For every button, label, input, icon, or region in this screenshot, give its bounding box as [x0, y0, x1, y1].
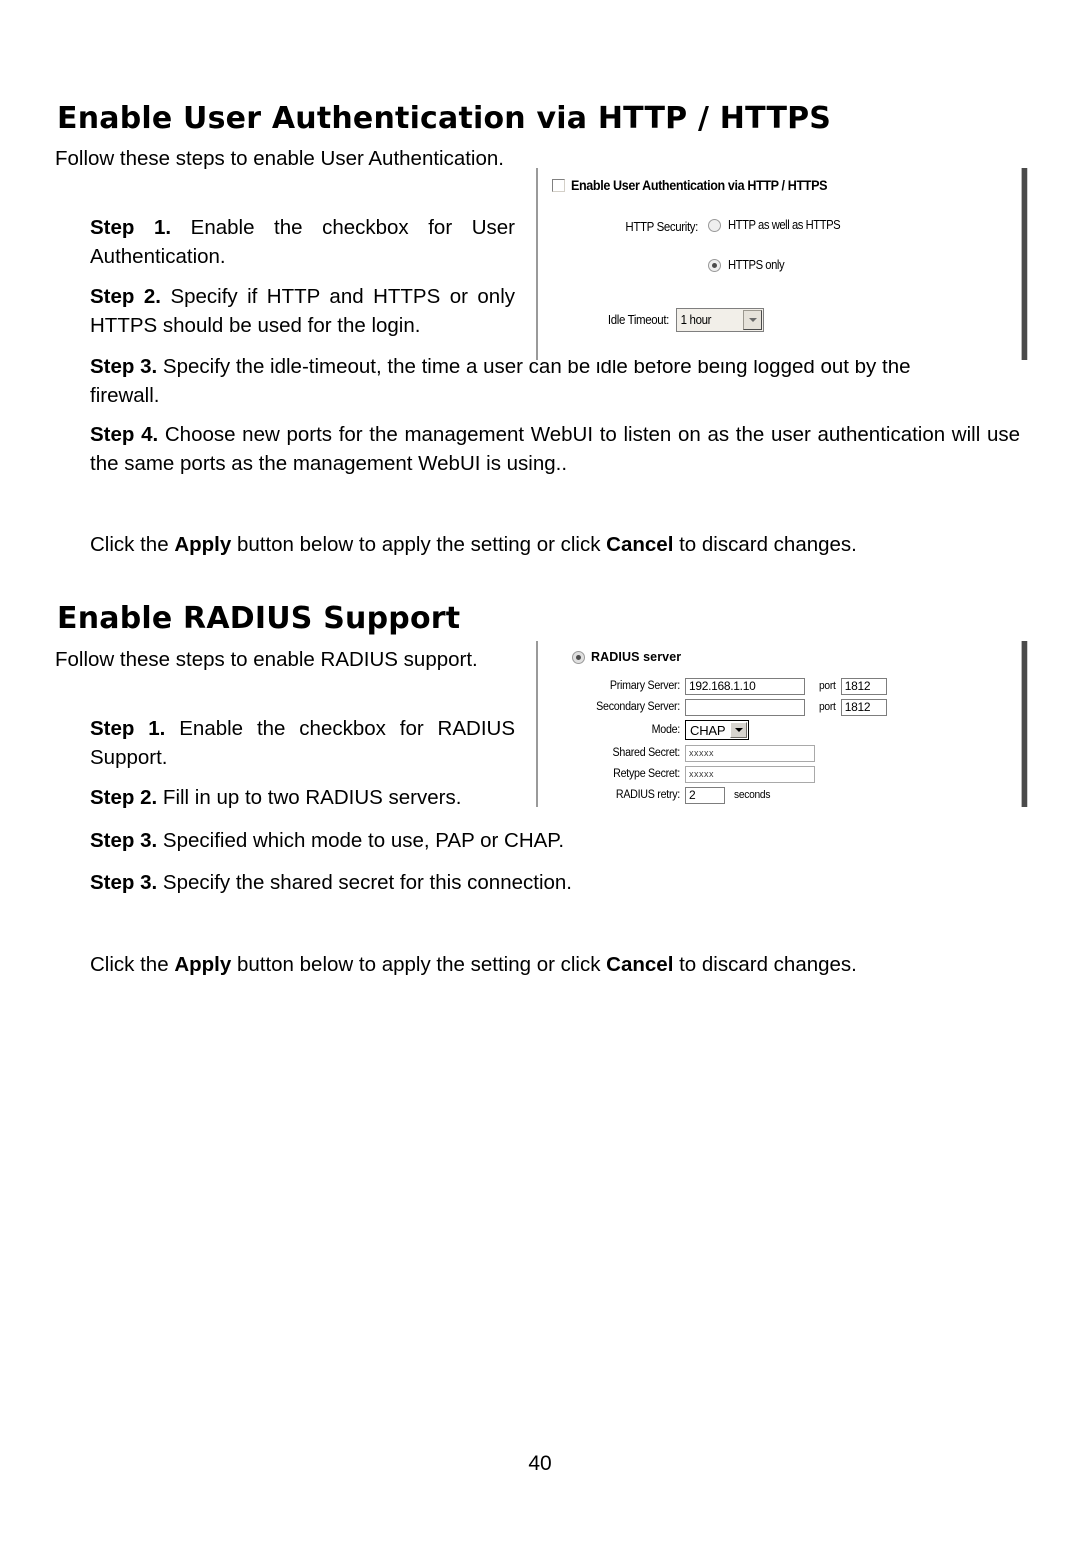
primary-server-input[interactable]: 192.168.1.10	[685, 677, 805, 695]
primary-port-label: port	[819, 680, 836, 692]
retype-secret-row: Retype Secret: xxxxx	[552, 765, 815, 783]
apply-note-http: Click the Apply button below to apply th…	[90, 530, 1020, 559]
apply-note-prefix-radius: Click the	[90, 953, 175, 976]
radius-server-title: RADIUS server	[591, 650, 682, 664]
primary-port-input[interactable]: 1812	[840, 677, 887, 695]
step-3-label-http: Step 3.	[90, 355, 158, 378]
step-3-text-radius: Specified which mode to use, PAP or CHAP…	[162, 829, 565, 852]
intro-paragraph-radius: Follow these steps to enable RADIUS supp…	[55, 645, 510, 674]
screenshot-http-auth-panel: Enable User Authentication via HTTP / HT…	[536, 168, 1028, 360]
step-1-http: Step 1. Enable the checkbox for User Aut…	[90, 213, 515, 271]
secondary-server-input[interactable]	[685, 698, 805, 716]
step-4-text-radius: Specify the shared secret for this conne…	[162, 871, 573, 894]
intro-text-radius: Follow these steps to enable RADIUS supp…	[55, 648, 478, 671]
step-4-text-http: Choose new ports for the management WebU…	[90, 423, 1020, 475]
apply-note-radius: Click the Apply button below to apply th…	[90, 950, 1020, 979]
primary-server-row: Primary Server: 192.168.1.10 port 1812	[552, 677, 887, 695]
radio-https-only-label: HTTPS only	[728, 258, 785, 272]
secondary-port-label: port	[819, 701, 836, 713]
section-heading-http-https: Enable User Authentication via HTTP / HT…	[57, 101, 832, 136]
radius-retry-input[interactable]: 2	[685, 786, 725, 804]
section-heading-radius: Enable RADIUS Support	[57, 601, 461, 636]
enable-user-auth-checkbox-row[interactable]: Enable User Authentication via HTTP / HT…	[552, 178, 846, 193]
chevron-down-icon[interactable]	[730, 722, 748, 738]
page-number: 40	[528, 1452, 552, 1475]
screenshot-radius-panel: RADIUS server Primary Server: 192.168.1.…	[536, 641, 1028, 807]
idle-timeout-label: Idle Timeout:	[607, 313, 669, 327]
mode-label: Mode:	[651, 724, 681, 736]
checkbox-icon[interactable]	[552, 179, 565, 192]
step-1-radius: Step 1. Enable the checkbox for RADIUS S…	[90, 714, 515, 772]
step-4-label-http: Step 4.	[90, 423, 159, 446]
apply-label-http: Apply	[174, 533, 232, 556]
step-4-radius: Step 3. Specify the shared secret for th…	[90, 868, 690, 897]
intro-paragraph-http: Follow these steps to enable User Authen…	[55, 144, 510, 173]
radio-http-both-label: HTTP as well as HTTPS	[728, 218, 841, 232]
step-3-label-radius: Step 3.	[90, 829, 158, 852]
radio-button-selected-icon[interactable]	[708, 258, 721, 272]
apply-note-middle-http: button below to apply the setting or cli…	[231, 533, 607, 556]
step-4-http: Step 4. Choose new ports for the managem…	[90, 420, 1020, 478]
step-3-text-http: Specify the idle-timeout, the time a use…	[90, 355, 911, 407]
panel-scrollbar[interactable]	[1021, 641, 1028, 807]
radius-retry-unit: seconds	[734, 789, 771, 801]
document-page: Enable User Authentication via HTTP / HT…	[0, 0, 1080, 1564]
shared-secret-label: Shared Secret:	[612, 747, 681, 759]
panel-left-border	[536, 168, 538, 360]
apply-note-middle-radius: button below to apply the setting or cli…	[231, 953, 607, 976]
step-2-label-http: Step 2.	[90, 285, 161, 308]
step-2-radius: Step 2. Fill in up to two RADIUS servers…	[90, 783, 545, 812]
radio-button-selected-icon[interactable]	[572, 650, 585, 664]
shared-secret-value: xxxxx	[689, 748, 714, 758]
idle-timeout-select[interactable]: 1 hour	[676, 308, 764, 332]
shared-secret-input[interactable]: xxxxx	[685, 744, 815, 762]
primary-server-label: Primary Server:	[609, 680, 680, 692]
mode-row: Mode: CHAP	[552, 719, 750, 741]
step-2-http: Step 2. Specify if HTTP and HTTPS or onl…	[90, 282, 515, 340]
step-4-label-radius: Step 3.	[90, 871, 158, 894]
step-3-http: Step 3. Specify the idle-timeout, the ti…	[90, 352, 970, 410]
http-security-label: HTTP Security:	[625, 220, 698, 234]
panel-scrollbar[interactable]	[1021, 168, 1028, 360]
cancel-label-http: Cancel	[606, 533, 674, 556]
radius-server-radio-row[interactable]: RADIUS server	[572, 650, 681, 664]
retype-secret-value: xxxxx	[689, 769, 714, 779]
retype-secret-input[interactable]: xxxxx	[685, 765, 815, 783]
secondary-server-row: Secondary Server: port 1812	[552, 698, 887, 716]
enable-user-auth-label: Enable User Authentication via HTTP / HT…	[571, 178, 828, 193]
step-2-label-radius: Step 2.	[90, 786, 158, 809]
secondary-port-input[interactable]: 1812	[840, 698, 887, 716]
chevron-down-icon[interactable]	[743, 310, 762, 330]
step-2-text-radius: Fill in up to two RADIUS servers.	[162, 786, 462, 809]
secondary-server-label: Secondary Server:	[596, 701, 680, 713]
panel-left-border	[536, 641, 538, 807]
radius-retry-label: RADIUS retry:	[615, 789, 680, 801]
idle-timeout-value: 1 hour	[680, 313, 712, 327]
retype-secret-label: Retype Secret:	[613, 768, 680, 780]
mode-select[interactable]: CHAP	[685, 720, 750, 740]
apply-note-suffix-http: to discard changes.	[673, 533, 857, 556]
shared-secret-row: Shared Secret: xxxxx	[552, 744, 815, 762]
step-3-radius: Step 3. Specified which mode to use, PAP…	[90, 826, 690, 855]
intro-text-http: Follow these steps to enable User Authen…	[55, 147, 504, 170]
cancel-label-radius: Cancel	[606, 953, 674, 976]
mode-value: CHAP	[690, 722, 726, 738]
radius-retry-row: RADIUS retry: 2 seconds	[552, 786, 773, 804]
apply-note-prefix-http: Click the	[90, 533, 175, 556]
apply-note-suffix-radius: to discard changes.	[673, 953, 857, 976]
step-1-label-radius: Step 1.	[90, 717, 166, 740]
radio-button-icon[interactable]	[708, 218, 721, 232]
step-1-label-http: Step 1.	[90, 216, 172, 239]
radio-http-as-well-as-https[interactable]: HTTP as well as HTTPS	[708, 218, 853, 232]
apply-label-radius: Apply	[174, 953, 232, 976]
radio-https-only[interactable]: HTTPS only	[708, 258, 790, 272]
